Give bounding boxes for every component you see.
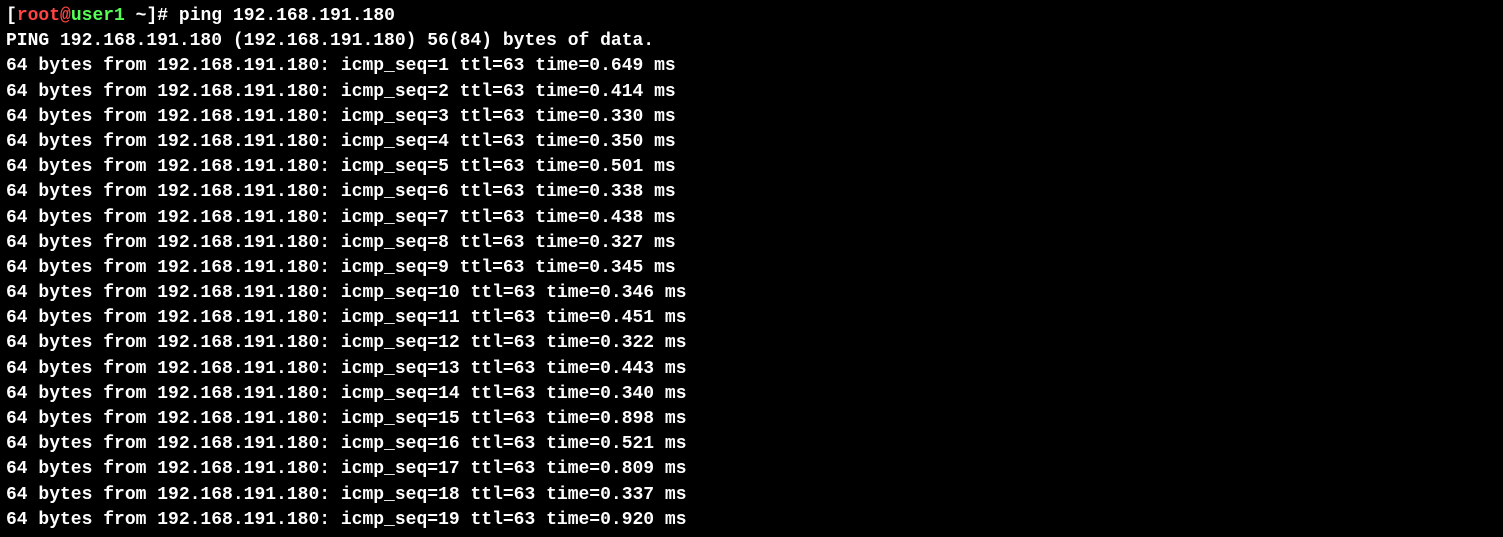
ping-reply-line: 64 bytes from 192.168.191.180: icmp_seq=… <box>6 485 687 505</box>
ping-reply-line: 64 bytes from 192.168.191.180: icmp_seq=… <box>6 384 687 404</box>
ping-reply-line: 64 bytes from 192.168.191.180: icmp_seq=… <box>6 233 676 253</box>
prompt-tilde: ~ <box>136 6 147 26</box>
prompt-open-bracket: [ <box>6 6 17 26</box>
prompt-user: root <box>17 6 60 26</box>
prompt-close-bracket: ] <box>146 6 157 26</box>
ping-reply-line: 64 bytes from 192.168.191.180: icmp_seq=… <box>6 82 676 102</box>
ping-reply-line: 64 bytes from 192.168.191.180: icmp_seq=… <box>6 510 687 530</box>
ping-reply-line: 64 bytes from 192.168.191.180: icmp_seq=… <box>6 258 676 278</box>
ping-reply-line: 64 bytes from 192.168.191.180: icmp_seq=… <box>6 107 676 127</box>
prompt-line: [root@user1 ~]# ping 192.168.191.180 <box>6 6 395 26</box>
ping-header: PING 192.168.191.180 (192.168.191.180) 5… <box>6 31 654 51</box>
ping-replies: 64 bytes from 192.168.191.180: icmp_seq=… <box>6 54 1497 533</box>
terminal-output[interactable]: [root@user1 ~]# ping 192.168.191.180 PIN… <box>0 0 1503 537</box>
ping-reply-line: 64 bytes from 192.168.191.180: icmp_seq=… <box>6 283 687 303</box>
ping-reply-line: 64 bytes from 192.168.191.180: icmp_seq=… <box>6 182 676 202</box>
ping-reply-line: 64 bytes from 192.168.191.180: icmp_seq=… <box>6 56 676 76</box>
ping-reply-line: 64 bytes from 192.168.191.180: icmp_seq=… <box>6 434 687 454</box>
prompt-at: @ <box>60 6 71 26</box>
prompt-hash: # <box>157 6 179 26</box>
ping-reply-line: 64 bytes from 192.168.191.180: icmp_seq=… <box>6 409 687 429</box>
prompt-space <box>125 6 136 26</box>
command-text: ping 192.168.191.180 <box>179 6 395 26</box>
ping-reply-line: 64 bytes from 192.168.191.180: icmp_seq=… <box>6 157 676 177</box>
ping-reply-line: 64 bytes from 192.168.191.180: icmp_seq=… <box>6 308 687 328</box>
ping-reply-line: 64 bytes from 192.168.191.180: icmp_seq=… <box>6 208 676 228</box>
ping-reply-line: 64 bytes from 192.168.191.180: icmp_seq=… <box>6 359 687 379</box>
ping-reply-line: 64 bytes from 192.168.191.180: icmp_seq=… <box>6 333 687 353</box>
ping-reply-line: 64 bytes from 192.168.191.180: icmp_seq=… <box>6 132 676 152</box>
prompt-host: user1 <box>71 6 125 26</box>
ping-reply-line: 64 bytes from 192.168.191.180: icmp_seq=… <box>6 459 687 479</box>
